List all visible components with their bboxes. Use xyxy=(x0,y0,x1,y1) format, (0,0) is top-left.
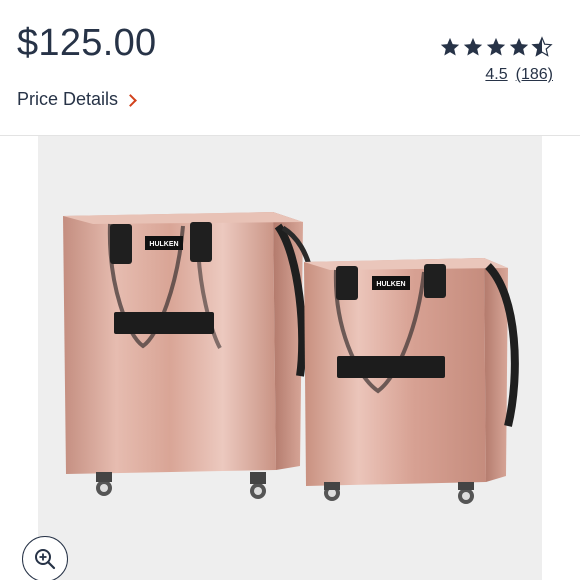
review-count[interactable]: (186) xyxy=(516,66,553,84)
large-bag: HULKEN xyxy=(63,212,317,499)
product-rating[interactable]: 4.5 (186) xyxy=(439,36,553,84)
product-header: $125.00 Price Details 4.5 (186) xyxy=(0,0,580,136)
small-bag: HULKEN xyxy=(304,258,519,504)
product-image-area: HULKEN HULKEN xyxy=(0,136,580,580)
zoom-in-icon xyxy=(35,549,56,570)
star-icon xyxy=(509,37,529,56)
product-price: $125.00 xyxy=(17,22,157,64)
product-image: HULKEN HULKEN xyxy=(63,212,519,504)
svg-text:HULKEN: HULKEN xyxy=(149,241,178,248)
rating-stars xyxy=(439,36,553,58)
star-icon xyxy=(440,37,460,56)
rating-summary[interactable]: 4.5 (186) xyxy=(485,66,553,84)
star-icon xyxy=(463,37,483,56)
product-photo[interactable]: HULKEN HULKEN xyxy=(38,136,542,580)
star-half-icon xyxy=(531,36,553,57)
star-icon xyxy=(486,37,506,56)
zoom-button[interactable] xyxy=(22,536,68,580)
price-details-label: Price Details xyxy=(17,89,119,109)
rating-value[interactable]: 4.5 xyxy=(485,66,507,84)
svg-text:HULKEN: HULKEN xyxy=(376,281,405,288)
chevron-right-icon xyxy=(124,93,137,107)
price-details-link[interactable]: Price Details xyxy=(17,89,137,110)
